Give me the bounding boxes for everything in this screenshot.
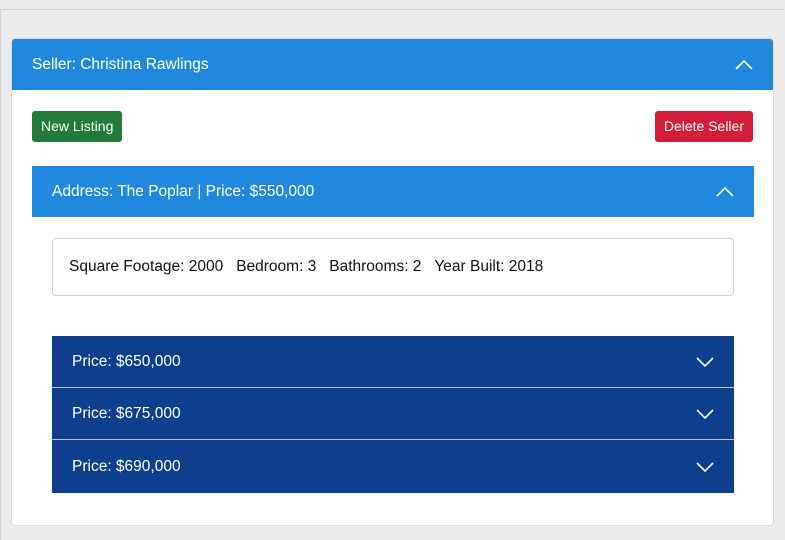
chevron-down-icon[interactable] bbox=[696, 458, 714, 476]
listing-details: Square Footage: 2000 Bedroom: 3 Bathroom… bbox=[52, 238, 734, 296]
offer-price-label: Price: $675,000 bbox=[72, 404, 181, 422]
offer-price-label: Price: $650,000 bbox=[72, 352, 181, 370]
seller-accordion-header[interactable]: Seller: Christina Rawlings bbox=[12, 39, 773, 90]
offer-accordion-item[interactable]: Price: $675,000 bbox=[52, 388, 734, 440]
seller-actions: New Listing Delete Seller bbox=[12, 90, 773, 166]
chevron-down-icon[interactable] bbox=[696, 353, 714, 371]
bedroom-count: Bedroom: 3 bbox=[236, 258, 317, 275]
new-listing-button[interactable]: New Listing bbox=[32, 111, 123, 142]
chevron-up-icon[interactable] bbox=[716, 183, 734, 201]
offer-accordion-item[interactable]: Price: $690,000 bbox=[52, 440, 734, 493]
square-footage: Square Footage: 2000 bbox=[69, 258, 224, 275]
seller-name-label: Seller: Christina Rawlings bbox=[32, 55, 209, 73]
listing-accordion-header[interactable]: Address: The Poplar | Price: $550,000 bbox=[32, 166, 754, 217]
listing-title-label: Address: The Poplar | Price: $550,000 bbox=[52, 182, 315, 200]
delete-seller-button[interactable]: Delete Seller bbox=[654, 111, 753, 142]
seller-card: Seller: Christina Rawlings New Listing D… bbox=[11, 38, 774, 526]
offer-accordion-item[interactable]: Price: $650,000 bbox=[52, 336, 734, 388]
bathroom-count: Bathrooms: 2 bbox=[329, 258, 422, 275]
chevron-down-icon[interactable] bbox=[696, 405, 714, 423]
chevron-up-icon[interactable] bbox=[735, 56, 753, 74]
offer-list: Price: $650,000 Price: $675,000 Price: $… bbox=[52, 336, 734, 493]
year-built: Year Built: 2018 bbox=[434, 258, 544, 275]
offer-price-label: Price: $690,000 bbox=[72, 457, 181, 475]
